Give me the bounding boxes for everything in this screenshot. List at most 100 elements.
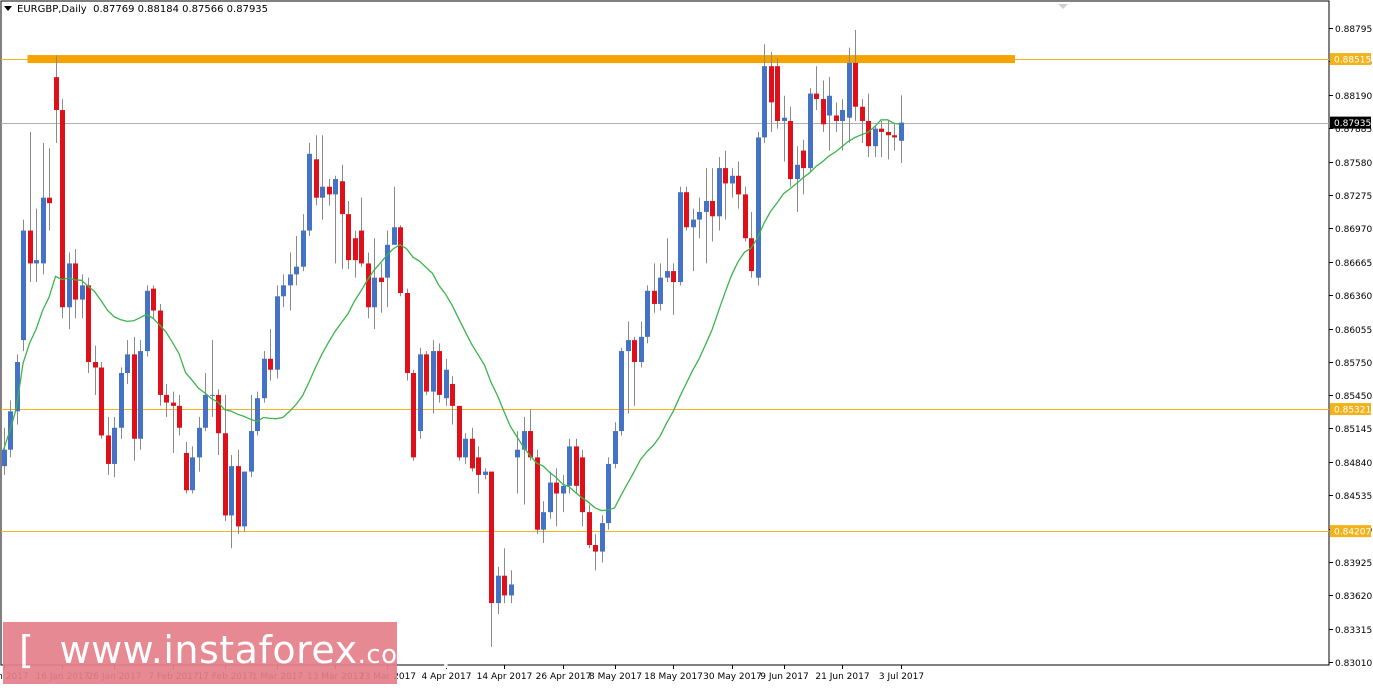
candle-body [203, 394, 208, 428]
candle-body [80, 285, 85, 300]
candle [158, 303, 163, 406]
candle [574, 438, 579, 494]
candle [411, 369, 416, 461]
candle-body [483, 471, 488, 475]
candle-body [710, 200, 715, 217]
x-tick-label: 3 Jul 2017 [879, 672, 924, 682]
x-tick-label: 21 Jun 2017 [815, 672, 869, 682]
candle-body [580, 457, 585, 513]
candle-body [509, 584, 514, 596]
candle-body [873, 128, 878, 147]
watermark-close-bracket: ] [435, 628, 452, 672]
candle-body [112, 427, 117, 464]
candle-body [463, 438, 468, 458]
candle-body [223, 433, 228, 516]
candle-body [73, 263, 78, 300]
candle [678, 186, 683, 286]
plot-frame [0, 0, 1330, 666]
candle [60, 99, 65, 319]
candle [405, 288, 410, 381]
y-tick-label: 0.86970 [1335, 225, 1372, 235]
watermark-open-bracket: [ [19, 628, 35, 672]
current-price-tag: 0.87935 [1334, 119, 1371, 129]
candle-body [119, 372, 124, 428]
candle-body [151, 288, 156, 311]
candle-body [684, 192, 689, 228]
candle-body [392, 227, 397, 245]
candle [808, 88, 813, 173]
candle-body [60, 110, 65, 308]
level-tag-2: 0.84207 [1334, 528, 1371, 538]
watermark-suffix: .com [357, 640, 424, 670]
candle-body [593, 545, 598, 552]
candle-body [405, 293, 410, 373]
candle [86, 277, 91, 373]
resistance-zone [27, 55, 1015, 64]
y-tick-label: 0.85145 [1335, 425, 1372, 435]
candle-body [67, 263, 72, 308]
candle [138, 340, 143, 450]
dropdown-triangle-icon[interactable] [4, 6, 12, 11]
ohlc-values: 0.87769 0.88184 0.87566 0.87935 [93, 4, 269, 15]
candle-body [704, 200, 709, 212]
candle-body [28, 230, 33, 264]
candle-body [827, 95, 832, 116]
candle-body [262, 358, 267, 399]
candle [457, 405, 462, 461]
candle-body [294, 266, 299, 275]
candle-body [418, 354, 423, 432]
x-tick-label: 4 Apr 2017 [422, 672, 472, 682]
candle [242, 471, 247, 532]
candle-body [548, 482, 553, 513]
candle-body [190, 457, 195, 491]
candle-body [847, 62, 852, 118]
candle [437, 343, 442, 403]
candle-body [340, 181, 345, 215]
candle-body [808, 93, 813, 169]
y-tick-label: 0.85750 [1335, 359, 1372, 369]
candle [418, 347, 423, 439]
candle-body [411, 372, 416, 458]
candle-body [762, 66, 767, 138]
candle-body [717, 168, 722, 217]
candle-body [431, 351, 436, 392]
candle-body [229, 466, 234, 516]
candle-body [632, 340, 637, 363]
candle-body [54, 77, 59, 111]
candle-body [379, 277, 384, 283]
x-tick-label: 14 Apr 2017 [477, 672, 533, 682]
candle-body [457, 405, 462, 458]
candle-body [892, 135, 897, 138]
candle-body [197, 427, 202, 458]
x-tick-label: 30 May 2017 [703, 672, 762, 682]
candle [21, 219, 26, 352]
candle-body [567, 446, 572, 486]
candle-body [307, 153, 312, 231]
candle-body [184, 452, 189, 491]
y-tick-label: 0.87580 [1335, 159, 1372, 169]
candle-body [132, 354, 137, 439]
candle-body [769, 66, 774, 103]
candle-body [541, 512, 546, 530]
watermark: [ www.instaforex.com ] [3, 622, 451, 684]
candle-body [288, 274, 293, 286]
y-tick-label: 0.85450 [1335, 392, 1372, 402]
candle-body [502, 575, 507, 596]
candle-body [626, 340, 631, 352]
candlestick-chart[interactable]: 0.830100.833150.836200.839250.842300.845… [0, 0, 1373, 691]
candle-body [346, 214, 351, 261]
candle-body [600, 523, 605, 552]
candle-body [801, 150, 806, 169]
candle-body [216, 394, 221, 434]
candle-body [210, 394, 215, 396]
candle-body [281, 285, 286, 297]
y-tick-label: 0.83010 [1335, 659, 1372, 669]
candle-body [535, 457, 540, 530]
candle-body [470, 438, 475, 469]
candle-body [866, 120, 871, 147]
y-tick-label: 0.88190 [1335, 92, 1372, 102]
candle-body [782, 117, 787, 121]
candle-body [658, 277, 663, 304]
candle-body [268, 358, 273, 370]
candle-body [749, 238, 754, 272]
